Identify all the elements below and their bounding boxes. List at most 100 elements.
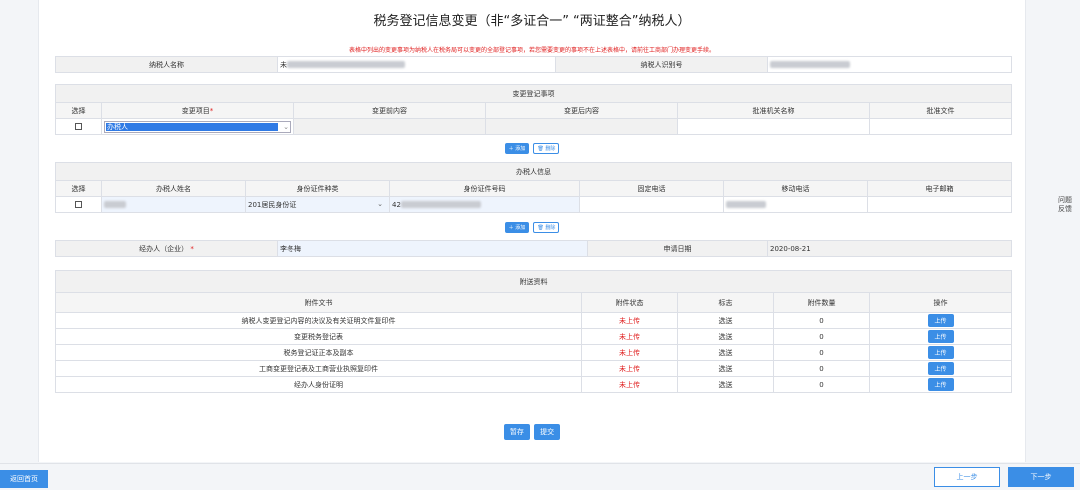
upload-button[interactable]: 上传 [927,346,954,359]
attach-flag: 选送 [677,376,774,393]
main-panel: 税务登记信息变更（非“多证合一” “两证整合”纳税人） 表格中列出的变更事项为纳… [38,0,1026,462]
attach-count: 0 [773,376,870,393]
taxpayer-name-label: 纳税人名称 [55,56,278,73]
col-document: 批准文件 [868,102,1013,119]
handler-table: 经办人（企业） * 李冬梅 申请日期 2020-08-21 [55,240,1012,257]
next-step-button[interactable]: 下一步 [1008,467,1074,487]
col-authority: 批准机关名称 [677,102,870,119]
attach-op-cell: 上传 [868,312,1013,329]
after-content-cell[interactable] [485,118,678,135]
attach-flag: 选送 [677,360,774,377]
change-section-title: 变更登记事项 [54,84,1013,103]
save-draft-button[interactable]: 暂存 [503,424,530,440]
attach-count: 0 [773,312,870,329]
agent-row-select [55,196,102,213]
attach-op-cell: 上传 [868,360,1013,377]
col-before: 变更前内容 [293,102,486,119]
change-row-select [55,118,102,135]
attach-count: 0 [773,360,870,377]
attach-file-name: 纳税人变更登记内容的决议及有关证明文件复印件 [55,312,582,329]
bottom-bar: 返回首页 上一步 下一步 [0,463,1080,490]
agent-actions: ＋ 添加 🗑 删除 [39,222,1025,233]
agent-section-title: 办税人信息 [54,162,1013,181]
apply-date-label: 申请日期 [587,240,768,257]
attach-count: 0 [773,328,870,345]
attach-status: 未上传 [581,360,678,377]
table-row: 变更税务登记表 未上传 选送 0 上传 [55,328,1013,345]
feedback-link[interactable]: 问题反馈 [1058,196,1072,214]
agent-col-id-type: 身份证件种类 [245,180,390,197]
agent-col-select: 选择 [55,180,102,197]
notice-text: 表格中列出的变更事项为纳税人在税务局可以变更的全部登记事项，若您需要变更的事项不… [348,47,715,54]
agent-id-number-input[interactable]: 42 [389,196,580,213]
attach-status: 未上传 [581,376,678,393]
attach-col-op: 操作 [868,292,1013,313]
agent-id-type-select[interactable]: 201居民身份证 ⌄ [245,196,390,213]
form-actions: 暂存 提交 [39,424,1025,440]
attach-status: 未上传 [581,344,678,361]
change-item-select[interactable]: 办税人 ⌄ [104,120,291,133]
agent-delete-button[interactable]: 🗑 删除 [533,222,560,233]
col-change-item: 变更项目* [101,102,294,119]
prev-step-button[interactable]: 上一步 [934,467,1000,487]
page-title: 税务登记信息变更（非“多证合一” “两证整合”纳税人） [373,14,691,29]
attach-op-cell: 上传 [868,376,1013,393]
attach-flag: 选送 [677,344,774,361]
change-row-checkbox[interactable] [75,123,82,130]
attach-col-count: 附件数量 [773,292,870,313]
agent-row-checkbox[interactable] [75,201,82,208]
attach-flag: 选送 [677,328,774,345]
attach-file-name: 变更税务登记表 [55,328,582,345]
attach-col-status: 附件状态 [581,292,678,313]
table-row: 经办人身份证明 未上传 选送 0 上传 [55,376,1013,393]
attach-op-cell: 上传 [868,328,1013,345]
agent-table: 办税人信息 选择 办税人姓名 身份证件种类 身份证件号码 固定电话 移动电话 电… [54,162,1013,213]
agent-col-id-number: 身份证件号码 [389,180,580,197]
attach-file-name: 经办人身份证明 [55,376,582,393]
handler-input[interactable]: 李冬梅 [277,240,588,257]
taxpayer-table: 纳税人名称 未 纳税人识别号 [55,56,1012,73]
change-actions: ＋ 添加 🗑 删除 [39,143,1025,154]
chevron-down-icon: ⌄ [377,199,383,208]
change-delete-button[interactable]: 🗑 删除 [533,143,560,154]
attach-file-name: 税务登记证正本及副本 [55,344,582,361]
upload-button[interactable]: 上传 [927,378,954,391]
taxpayer-name-value: 未 [277,56,556,73]
taxpayer-id-label: 纳税人识别号 [555,56,768,73]
submit-button[interactable]: 提交 [534,424,561,440]
before-content-cell [293,118,486,135]
authority-input[interactable] [677,118,870,135]
agent-col-name: 办税人姓名 [101,180,246,197]
attachments-table: 附送资料 附件文书 附件状态 标志 附件数量 操作 纳税人变更登记内容的决议及有… [54,270,1013,393]
table-row: 税务登记证正本及副本 未上传 选送 0 上传 [55,344,1013,361]
upload-button[interactable]: 上传 [927,362,954,375]
agent-add-button[interactable]: ＋ 添加 [504,222,530,233]
attach-status: 未上传 [581,328,678,345]
agent-name-input[interactable] [101,196,246,213]
agent-phone-input[interactable] [579,196,724,213]
apply-date-value: 2020-08-21 [767,240,1012,257]
attach-col-file: 附件文书 [55,292,582,313]
chevron-down-icon: ⌄ [283,122,289,131]
attach-section-title: 附送资料 [54,270,1013,293]
agent-col-mobile: 移动电话 [723,180,868,197]
change-add-button[interactable]: ＋ 添加 [504,143,530,154]
home-button[interactable]: 返回首页 [0,470,48,488]
change-items-table: 变更登记事项 选择 变更项目* 变更前内容 变更后内容 批准机关名称 批准文件 … [54,84,1013,135]
agent-email-input[interactable] [866,196,1013,213]
attach-col-flag: 标志 [677,292,774,313]
agent-mobile-input[interactable] [723,196,868,213]
col-select: 选择 [55,102,102,119]
document-input[interactable] [868,118,1013,135]
attach-count: 0 [773,344,870,361]
handler-label: 经办人（企业） * [55,240,278,257]
agent-col-email: 电子邮箱 [866,180,1013,197]
attach-status: 未上传 [581,312,678,329]
table-row: 工商变更登记表及工商营业执照复印件 未上传 选送 0 上传 [55,360,1013,377]
upload-button[interactable]: 上传 [927,330,954,343]
taxpayer-id-value [767,56,1012,73]
table-row: 纳税人变更登记内容的决议及有关证明文件复印件 未上传 选送 0 上传 [55,312,1013,329]
upload-button[interactable]: 上传 [927,314,954,327]
attach-op-cell: 上传 [868,344,1013,361]
change-item-cell: 办税人 ⌄ [101,118,294,135]
